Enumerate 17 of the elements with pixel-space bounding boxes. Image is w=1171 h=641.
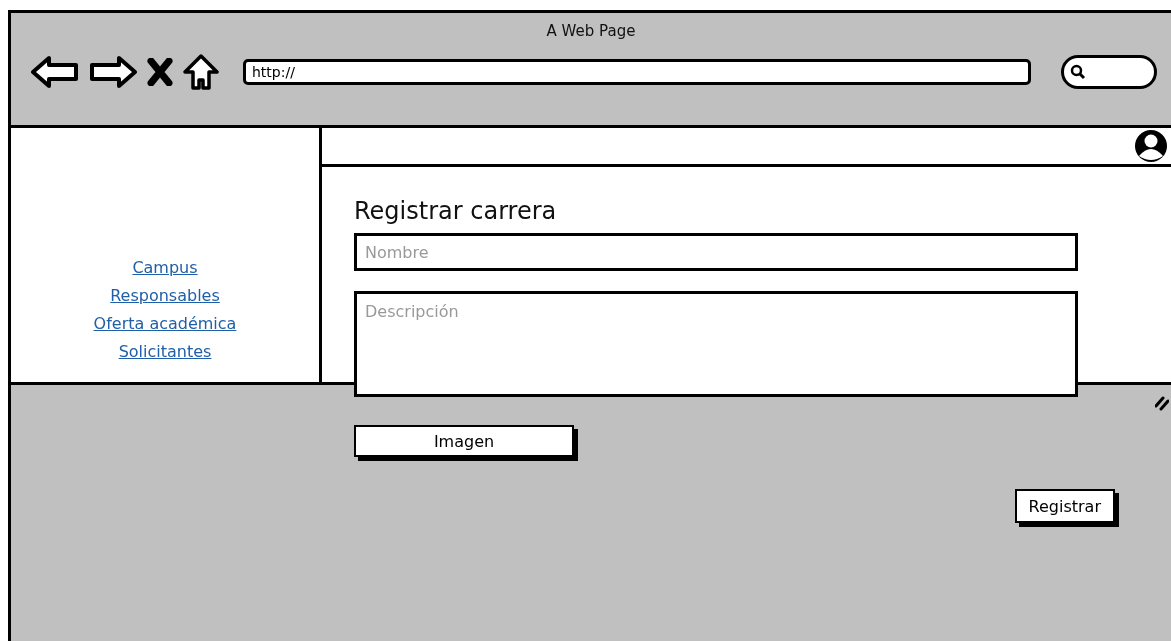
resize-grip-icon[interactable] [1155, 394, 1169, 411]
sidebar-link[interactable]: Solicitantes [118, 342, 212, 361]
back-icon[interactable] [31, 55, 79, 89]
form-title: Registrar carrera [354, 197, 558, 225]
window-title: A Web Page [546, 22, 636, 40]
sidebar-link[interactable]: Oferta académica [93, 314, 237, 333]
sidebar-link[interactable]: Responsables [110, 286, 220, 305]
close-icon[interactable] [147, 58, 173, 86]
search-field[interactable] [1061, 55, 1157, 89]
search-icon [1070, 64, 1086, 80]
user-icon[interactable] [1133, 128, 1169, 164]
address-field[interactable]: http:// [243, 59, 1031, 85]
sidebar-link[interactable]: Campus [132, 258, 198, 277]
forward-icon[interactable] [89, 55, 137, 89]
name-field[interactable]: Nombre [354, 233, 1078, 271]
description-field[interactable]: Descripción [354, 291, 1078, 397]
home-icon[interactable] [183, 54, 219, 90]
